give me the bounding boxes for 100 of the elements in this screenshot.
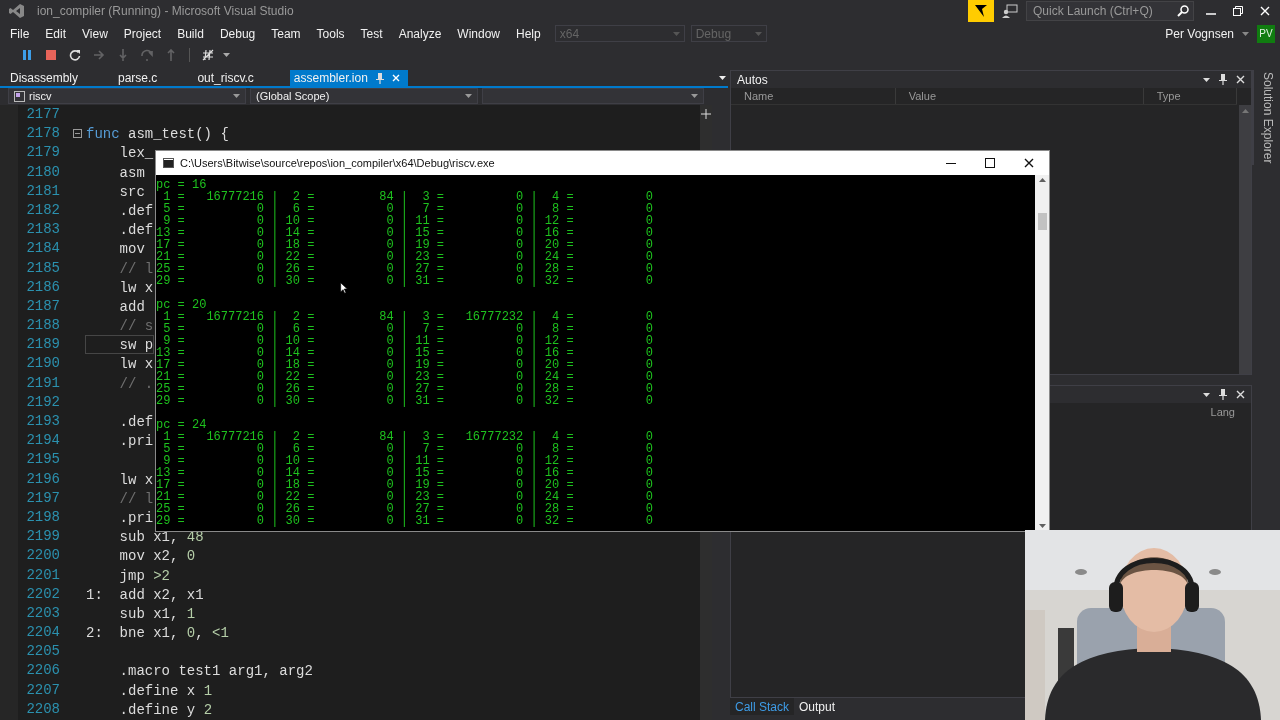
window-title: ion_compiler (Running) - Microsoft Visual Studio	[37, 4, 295, 18]
column-header[interactable]: Type	[1143, 88, 1237, 104]
line-number: 2197	[25, 488, 60, 508]
code-line: .def	[118, 221, 155, 240]
avatar[interactable]: PV	[1257, 24, 1275, 43]
console-line: 29 = 0 | 30 = 0 | 31 = 0 | 32 = 0	[156, 515, 653, 527]
menu-item[interactable]: Debug	[211, 26, 264, 41]
caret-icon[interactable]	[223, 53, 230, 57]
line-number: 2180	[25, 162, 60, 182]
menu-item[interactable]: Tools	[308, 26, 353, 41]
fold-icon[interactable]	[73, 129, 82, 139]
feedback-icon[interactable]	[1002, 4, 1018, 18]
search-field[interactable]: Quick Launch (Ctrl+Q)	[1026, 1, 1194, 21]
line-number: 2195	[25, 450, 60, 470]
document-tab[interactable]: parse.c	[108, 70, 188, 86]
console-line: 21 = 0 | 22 = 0 | 23 = 0 | 24 = 0	[156, 491, 653, 503]
search-icon[interactable]	[1177, 5, 1189, 17]
caret-icon[interactable]	[1203, 392, 1210, 397]
pin-icon[interactable]	[1219, 389, 1227, 400]
console-dialog[interactable]	[155, 150, 1050, 532]
caret-icon[interactable]	[1203, 77, 1210, 82]
menu-item[interactable]: Window	[449, 26, 508, 41]
menu-item[interactable]: Build	[169, 26, 212, 41]
split-icon[interactable]	[701, 109, 711, 119]
code-line: lw x	[118, 355, 155, 374]
stop-icon[interactable]	[45, 49, 57, 61]
code-line: func asm_test() {	[85, 125, 230, 144]
close-icon[interactable]	[1024, 158, 1034, 168]
cursor-icon	[340, 282, 348, 294]
code-line: .pri	[118, 432, 155, 451]
maximize-icon[interactable]	[985, 158, 995, 168]
line-number: 2199	[25, 527, 60, 547]
scroll-bar[interactable]	[1239, 105, 1251, 374]
pause-icon[interactable]	[21, 49, 33, 61]
line-number: 2191	[25, 373, 60, 393]
pin-icon[interactable]	[1219, 74, 1227, 85]
scroll-thumb[interactable]	[1037, 213, 1047, 230]
code-line: // .	[118, 374, 155, 393]
project-dropdown[interactable]: riscv	[8, 88, 246, 104]
menu-item[interactable]: Test	[352, 26, 391, 41]
menu-item[interactable]: Project	[115, 26, 170, 41]
code-line: .def	[118, 201, 155, 221]
code-line: asm	[118, 163, 146, 182]
line-number: 2179	[25, 143, 60, 163]
scroll-down-icon[interactable]	[1038, 524, 1046, 528]
scroll-up-icon[interactable]	[1038, 178, 1046, 182]
line-number: 2193	[25, 412, 60, 431]
restart-icon[interactable]	[69, 49, 81, 61]
column-header[interactable]: Name	[731, 88, 896, 104]
hash-icon[interactable]	[202, 49, 214, 61]
line-number: 2190	[25, 354, 60, 374]
code-line: src	[118, 182, 146, 201]
console-line: 1 = 16777216 | 2 = 84 | 3 = 16777232 | 4 = 0	[163, 431, 653, 443]
document-tab[interactable]: out_riscv.c	[187, 70, 284, 86]
console-line: 9 = 0 | 10 = 0 | 11 = 0 | 12 = 0	[163, 455, 653, 467]
line-number: 2182	[25, 200, 60, 220]
column-header[interactable]: Lang	[1210, 406, 1235, 418]
console-line: 5 = 0 | 6 = 0 | 7 = 0 | 8 = 0	[162, 443, 653, 455]
line-number: 2207	[25, 680, 60, 700]
console-line: 21 = 0 | 22 = 0 | 23 = 0 | 24 = 0	[156, 371, 653, 383]
line-number: 2189	[25, 335, 60, 355]
line-number: 2184	[25, 239, 60, 259]
scroll-bar[interactable]	[1035, 175, 1049, 531]
menu-item[interactable]: File	[2, 26, 38, 41]
code-line: jmp >2	[118, 566, 172, 585]
code-line: lw x	[118, 278, 155, 297]
menu-item[interactable]: View	[74, 26, 116, 41]
account-name[interactable]: Per Vognsen	[1165, 26, 1234, 41]
menu-item[interactable]: Team	[263, 26, 309, 41]
code-line: .pri	[118, 508, 155, 528]
restore-icon[interactable]	[1233, 6, 1243, 16]
code-line: lex_	[118, 144, 155, 163]
line-number: 2196	[25, 469, 60, 489]
caret-icon[interactable]	[719, 76, 726, 80]
code-line: mov	[118, 240, 146, 259]
panel-tab[interactable]: Output	[794, 698, 841, 715]
console-line: pc = 20	[156, 299, 207, 311]
code-line: add	[118, 297, 146, 317]
line-number: 2200	[25, 546, 60, 566]
console-line: 25 = 0 | 26 = 0 | 27 = 0 | 28 = 0	[156, 263, 653, 275]
notification-button[interactable]	[968, 0, 994, 22]
code-line: // l	[118, 259, 155, 278]
panel-title: Autos	[737, 72, 768, 87]
menu-item[interactable]: Help	[508, 26, 549, 41]
side-tab[interactable]: Solution Explorer	[1252, 70, 1280, 166]
scope-dropdown[interactable]: (Global Scope)	[250, 88, 478, 104]
line-number: 2205	[25, 642, 60, 662]
line-number: 2206	[25, 661, 60, 681]
document-tab[interactable]: Disassembly	[0, 70, 108, 86]
code-line: .def	[118, 413, 155, 432]
line-number: 2183	[25, 220, 60, 240]
code-line: .define x 1	[118, 681, 214, 700]
column-header[interactable]: Value	[895, 88, 1144, 104]
console-line: 5 = 0 | 6 = 0 | 7 = 0 | 8 = 0	[162, 203, 653, 215]
panel-tab[interactable]: Call Stack	[730, 698, 795, 715]
project-icon	[14, 90, 25, 102]
menu-item[interactable]: Edit	[37, 26, 75, 41]
menu-item[interactable]: Analyze	[390, 26, 450, 41]
console-line: 17 = 0 | 18 = 0 | 19 = 0 | 20 = 0	[156, 479, 653, 491]
line-number: 2203	[25, 603, 60, 623]
